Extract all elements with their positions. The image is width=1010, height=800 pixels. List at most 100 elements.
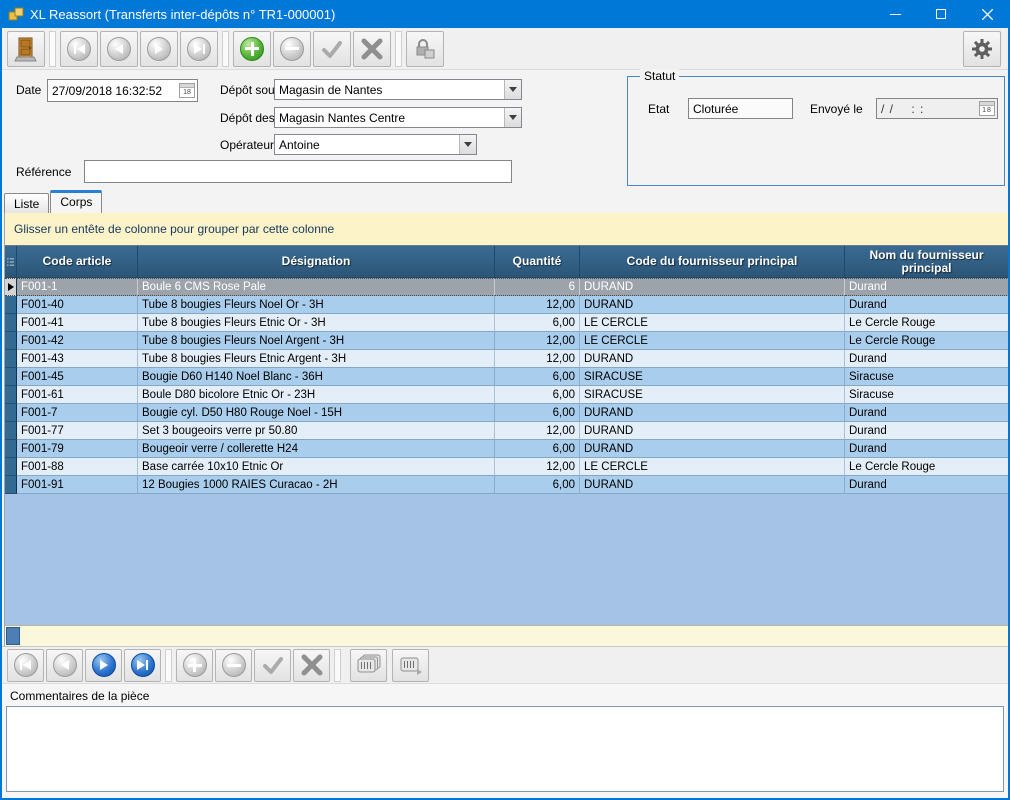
row-cancel-button[interactable] [293, 649, 330, 682]
row-gutter [5, 476, 17, 494]
maximize-button[interactable] [918, 0, 964, 28]
tab-liste[interactable]: Liste [4, 193, 49, 213]
cell-supplier-name: Durand [845, 422, 1009, 440]
reference-input[interactable] [84, 160, 512, 183]
nav-prev-button[interactable] [100, 31, 138, 67]
cell-code: F001-88 [17, 458, 138, 476]
table-row[interactable]: F001-88 Base carrée 10x10 Etnic Or 12,00… [5, 458, 1009, 476]
table-header: Code article Désignation Quantité Code d… [5, 246, 1009, 278]
combo-arrow-icon[interactable] [459, 135, 476, 154]
row-next-button[interactable] [85, 649, 122, 682]
validate-button[interactable] [313, 31, 351, 67]
table-row[interactable]: F001-41 Tube 8 bougies Fleurs Etnic Or -… [5, 314, 1009, 332]
barcode-single-button[interactable] [392, 649, 429, 682]
cell-supplier-name: Durand [845, 476, 1009, 494]
close-button[interactable] [964, 0, 1010, 28]
cell-supplier-name: Le Cercle Rouge [845, 332, 1009, 350]
table-row[interactable]: F001-91 12 Bougies 1000 RAIES Curacao - … [5, 476, 1009, 494]
cancel-button[interactable] [353, 31, 391, 67]
stock-transfer-button[interactable] [406, 31, 444, 67]
table-row[interactable]: F001-43 Tube 8 bougies Fleurs Etnic Arge… [5, 350, 1009, 368]
table-row[interactable]: F001-79 Bougeoir verre / collerette H24 … [5, 440, 1009, 458]
stock-lock-icon [412, 36, 438, 62]
app-icon [8, 6, 24, 22]
row-prev-button[interactable] [46, 649, 83, 682]
cell-supplier-code: DURAND [580, 350, 845, 368]
exit-button[interactable] [7, 31, 45, 67]
grid-list-icon[interactable] [5, 246, 17, 278]
cell-code: F001-61 [17, 386, 138, 404]
table-body: F001-1 Boule 6 CMS Rose Pale 6 DURAND Du… [5, 278, 1009, 494]
depot-source-select[interactable]: Magasin de Nantes [274, 79, 522, 100]
operateur-label: Opérateur [220, 138, 274, 152]
table-row[interactable]: F001-7 Bougie cyl. D50 H80 Rouge Noel - … [5, 404, 1009, 422]
barcode-stack-button[interactable] [350, 649, 387, 682]
calendar-icon[interactable]: 18 [979, 101, 995, 116]
table-row[interactable]: F001-42 Tube 8 bougies Fleurs Noel Argen… [5, 332, 1009, 350]
cell-supplier-code: LE CERCLE [580, 458, 845, 476]
nav-next-button[interactable] [140, 31, 178, 67]
cell-designation: Boule 6 CMS Rose Pale [138, 278, 495, 296]
row-validate-button[interactable] [254, 649, 291, 682]
cell-supplier-code: DURAND [580, 278, 845, 296]
calendar-icon[interactable]: 18 [179, 83, 195, 98]
tab-corps[interactable]: Corps [50, 190, 102, 213]
cell-supplier-code: DURAND [580, 422, 845, 440]
cell-designation: Tube 8 bougies Fleurs Etnic Or - 3H [138, 314, 495, 332]
column-header-supplier-code[interactable]: Code du fournisseur principal [580, 246, 845, 278]
table-row[interactable]: F001-61 Boule D80 bicolore Etnic Or - 23… [5, 386, 1009, 404]
row-last-button[interactable] [124, 649, 161, 682]
table-row[interactable]: F001-77 Set 3 bougeoirs verre pr 50.80 1… [5, 422, 1009, 440]
depot-destination-select[interactable]: Magasin Nantes Centre [274, 107, 522, 128]
row-gutter [5, 296, 17, 314]
comments-textarea[interactable] [6, 706, 1004, 792]
nav-last-button[interactable] [180, 31, 218, 67]
table-row[interactable]: F001-45 Bougie D60 H140 Noel Blanc - 36H… [5, 368, 1009, 386]
cell-qty: 6 [495, 278, 580, 296]
door-exit-icon [14, 36, 38, 62]
cell-qty: 12,00 [495, 422, 580, 440]
horizontal-scrollbar[interactable] [5, 625, 1009, 646]
add-row-icon [183, 653, 207, 677]
group-by-bar[interactable]: Glisser un entête de colonne pour groupe… [5, 213, 1009, 246]
operateur-select[interactable]: Antoine [274, 134, 477, 155]
column-header-supplier-name[interactable]: Nom du fournisseur principal [845, 246, 1009, 278]
column-header-code[interactable]: Code article [17, 246, 138, 278]
nav-next-icon [147, 37, 171, 61]
nav-last-icon [187, 37, 211, 61]
cancel-x-icon [300, 653, 324, 677]
cell-supplier-code: LE CERCLE [580, 314, 845, 332]
statut-group-label: Statut [640, 69, 679, 83]
row-gutter [5, 350, 17, 368]
row-gutter [5, 440, 17, 458]
reference-label: Référence [16, 165, 71, 179]
cell-code: F001-77 [17, 422, 138, 440]
cell-supplier-name: Siracuse [845, 368, 1009, 386]
combo-arrow-icon[interactable] [504, 108, 521, 127]
minimize-button[interactable] [872, 0, 918, 28]
column-header-designation[interactable]: Désignation [138, 246, 495, 278]
rows-toolbar [2, 646, 1008, 684]
column-header-quantite[interactable]: Quantité [495, 246, 580, 278]
row-remove-button[interactable] [215, 649, 252, 682]
combo-arrow-icon[interactable] [504, 80, 521, 99]
add-record-button[interactable] [233, 31, 271, 67]
date-field[interactable]: 27/09/2018 16:32:52 18 [47, 79, 198, 102]
titlebar: XL Reassort (Transferts inter-dépôts n° … [0, 0, 1010, 28]
settings-button[interactable] [963, 31, 1001, 67]
etat-label: Etat [648, 102, 669, 116]
add-record-icon [240, 37, 264, 61]
cell-qty: 12,00 [495, 332, 580, 350]
scrollbar-thumb[interactable] [6, 627, 20, 645]
row-first-button[interactable] [7, 649, 44, 682]
table-row[interactable]: F001-40 Tube 8 bougies Fleurs Noel Or - … [5, 296, 1009, 314]
nav-next-icon [92, 653, 116, 677]
corps-panel: Glisser un entête de colonne pour groupe… [4, 213, 1010, 646]
cell-designation: Boule D80 bicolore Etnic Or - 23H [138, 386, 495, 404]
row-add-button[interactable] [176, 649, 213, 682]
cell-qty: 12,00 [495, 458, 580, 476]
cell-supplier-name: Durand [845, 440, 1009, 458]
nav-first-button[interactable] [60, 31, 98, 67]
remove-record-button[interactable] [273, 31, 311, 67]
table-row[interactable]: F001-1 Boule 6 CMS Rose Pale 6 DURAND Du… [5, 278, 1009, 296]
